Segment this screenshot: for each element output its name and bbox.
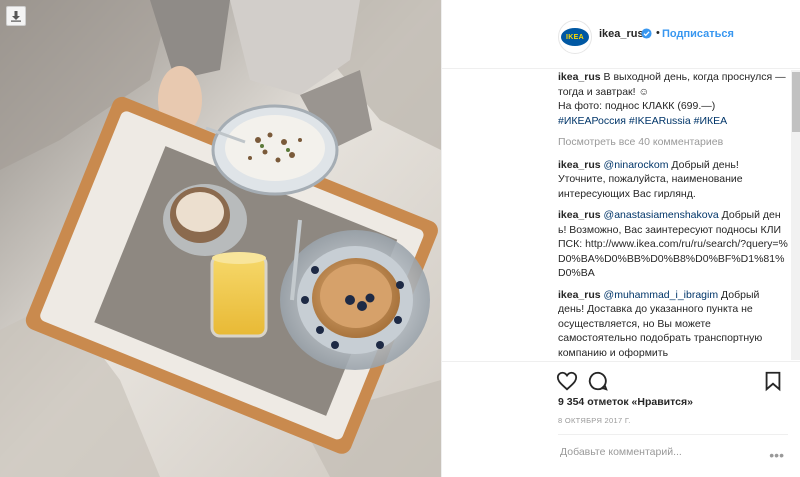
comment-mention[interactable]: @muhammad_i_ibragim — [604, 289, 719, 301]
caption-username[interactable]: ikea_rus — [558, 71, 601, 83]
comment-username[interactable]: ikea_rus — [558, 209, 601, 221]
avatar[interactable]: IKEA — [558, 20, 592, 54]
heart-icon[interactable] — [556, 370, 578, 392]
post-header: IKEA ikea_rus • Подписаться — [442, 0, 800, 69]
verified-badge-icon — [641, 28, 652, 39]
ikea-logo: IKEA — [561, 28, 589, 46]
comment-item: ikea_rus @muhammad_i_ibragim Добрый день… — [558, 288, 788, 361]
scrollbar-thumb[interactable] — [792, 72, 800, 132]
comment-item: ikea_rus @anastasiamenshakova Добрый ден… — [558, 208, 788, 281]
post-panel: IKEA ikea_rus • Подписаться ikea_rus В в… — [441, 0, 800, 477]
post-date: 8 ОКТЯБРЯ 2017 Г. — [558, 416, 631, 425]
separator-dot: • — [656, 27, 660, 39]
download-icon — [11, 11, 21, 22]
comment-username[interactable]: ikea_rus — [558, 289, 601, 301]
follow-button[interactable]: Подписаться — [662, 28, 734, 40]
comment-input[interactable] — [558, 445, 762, 459]
post-photo[interactable] — [0, 0, 441, 477]
view-all-comments-link[interactable]: Посмотреть все 40 комментариев — [558, 135, 788, 150]
more-options-button[interactable]: ••• — [769, 447, 784, 463]
breakfast-tray-image — [0, 0, 441, 477]
add-comment-bar: ••• — [558, 434, 788, 471]
username[interactable]: ikea_rus — [599, 28, 644, 40]
likes-count[interactable]: 9 354 отметок «Нравится» — [558, 396, 693, 408]
comment-bubble-icon[interactable] — [587, 370, 609, 392]
comment-mention[interactable]: @anastasiamenshakova — [604, 209, 719, 221]
download-button[interactable] — [6, 6, 26, 26]
caption-line2: На фото: поднос КЛАКК (699.—) — [558, 100, 716, 112]
caption-hashtags[interactable]: #ИКЕАРоссия #IKEARussia #ИКЕА — [558, 115, 727, 127]
bookmark-icon[interactable] — [762, 370, 784, 392]
comment-item: ikea_rus @ninarockom Добрый день! Уточни… — [558, 158, 788, 202]
caption: ikea_rus В выходной день, когда проснулс… — [558, 70, 788, 128]
comments-list: ikea_rus В выходной день, когда проснулс… — [558, 70, 788, 360]
comment-username[interactable]: ikea_rus — [558, 159, 601, 171]
comment-mention[interactable]: @ninarockom — [604, 159, 669, 171]
